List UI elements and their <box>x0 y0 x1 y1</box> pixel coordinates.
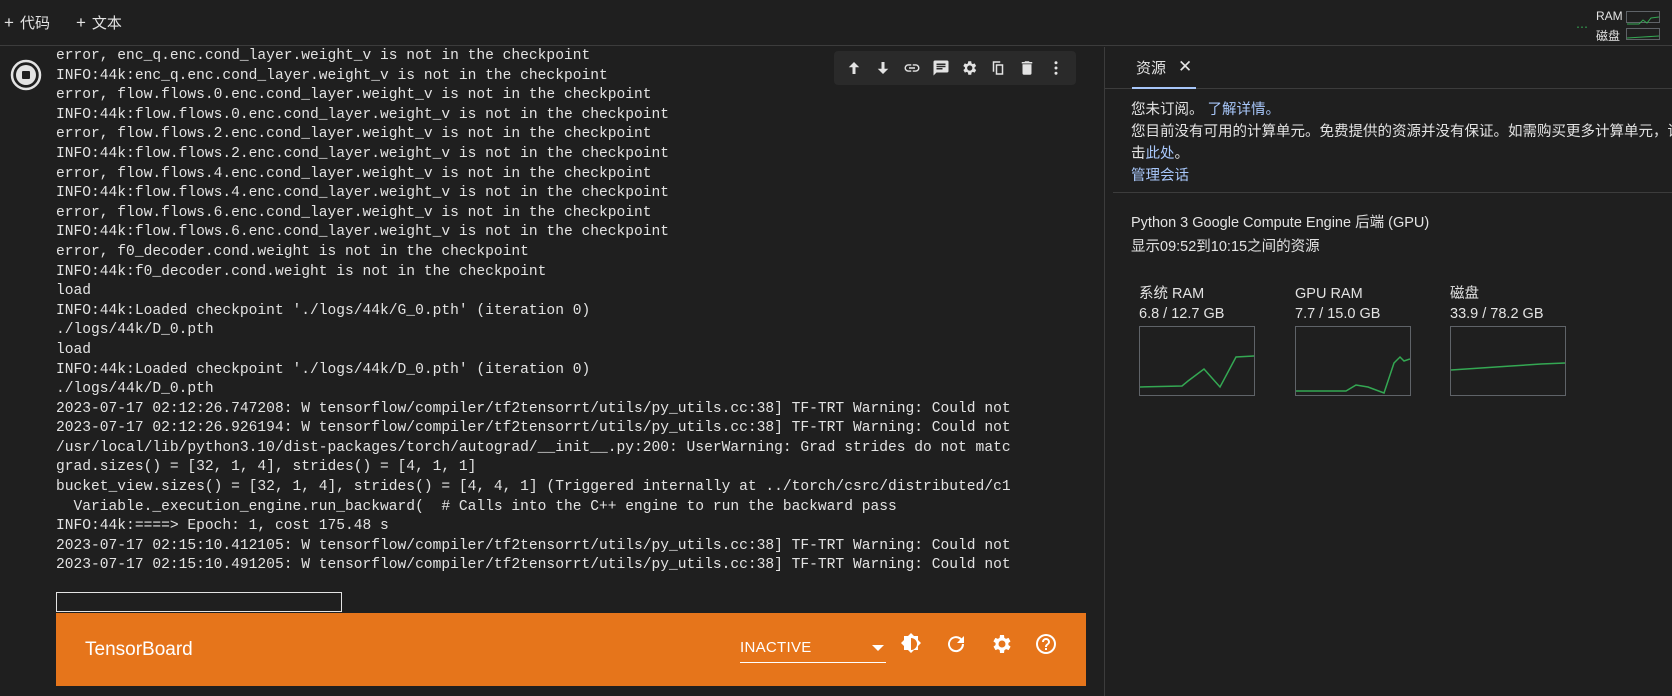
log-line: error, flow.flows.2.enc.cond_layer.weigh… <box>56 126 652 143</box>
metric-name: 系统 RAM <box>1139 286 1205 302</box>
system-ram-graph <box>1139 326 1255 396</box>
metric-name: GPU RAM <box>1295 286 1363 302</box>
metric-value: 7.7 / 15.0 GB <box>1295 306 1381 322</box>
log-line: INFO:44k:flow.flows.2.enc.cond_layer.wei… <box>56 145 670 162</box>
log-line: INFO:44k:flow.flows.0.enc.cond_layer.wei… <box>56 106 670 123</box>
run-stop-icon <box>10 59 42 91</box>
period-text: 。 <box>1174 146 1190 162</box>
log-line: INFO:44k:flow.flows.4.enc.cond_layer.wei… <box>56 185 670 202</box>
gear-icon[interactable] <box>958 57 980 79</box>
log-line: 2023-07-17 02:15:10.412105: W tensorflow… <box>56 537 1011 554</box>
divider <box>1113 192 1672 193</box>
log-line: INFO:44k:flow.flows.6.enc.cond_layer.wei… <box>56 224 670 241</box>
click-prefix-text: 击 <box>1131 146 1146 162</box>
metric-value: 33.9 / 78.2 GB <box>1450 306 1544 322</box>
log-line: INFO:44k:f0_decoder.cond.weight is not i… <box>56 263 547 280</box>
ram-mini-graph <box>1626 11 1660 25</box>
cell-output: error, enc_q.enc.cond_layer.weight_v is … <box>56 47 1086 607</box>
link-icon[interactable] <box>901 57 923 79</box>
log-line: error, flow.flows.0.enc.cond_layer.weigh… <box>56 87 652 104</box>
status-select-value: INACTIVE <box>740 639 812 656</box>
cell-run-button[interactable] <box>8 57 44 93</box>
help-icon[interactable] <box>1033 631 1059 657</box>
tab-resources[interactable]: 资源 ✕ <box>1132 47 1197 89</box>
mirror-cell-icon[interactable] <box>987 57 1009 79</box>
purchase-here-link[interactable]: 此处 <box>1146 146 1175 162</box>
backend-name: Python 3 Google Compute Engine 后端 (GPU) <box>1131 215 1430 231</box>
log-line: error, flow.flows.4.enc.cond_layer.weigh… <box>56 165 652 182</box>
metric-disk: 磁盘 33.9 / 78.2 GB <box>1450 284 1580 396</box>
arrow-down-icon[interactable] <box>872 57 894 79</box>
log-line: Variable._execution_engine.run_backward(… <box>56 498 897 515</box>
log-line: grad.sizes() = [32, 1, 4], strides() = [… <box>56 459 477 476</box>
plus-icon: + <box>75 12 86 32</box>
manage-sessions-link[interactable]: 管理会话 <box>1131 168 1189 184</box>
metric-system-ram: 系统 RAM 6.8 / 12.7 GB <box>1139 284 1269 396</box>
delete-icon[interactable] <box>1016 57 1038 79</box>
tensorboard-header: TensorBoard INACTIVE <box>56 613 1086 686</box>
learn-more-link[interactable]: 了解详情。 <box>1208 102 1281 118</box>
log-line: 2023-07-17 02:12:26.926194: W tensorflow… <box>56 420 1011 437</box>
close-icon[interactable]: ✕ <box>1178 57 1192 77</box>
log-line: 2023-07-17 02:12:26.747208: W tensorflow… <box>56 400 1011 417</box>
connected-status-icon: ⋯ <box>1576 20 1589 34</box>
log-line: load <box>56 283 92 300</box>
metric-name: 磁盘 <box>1450 286 1479 302</box>
caret-down-icon <box>872 644 884 651</box>
cell-toolbar <box>834 51 1076 85</box>
refresh-icon[interactable] <box>943 631 969 657</box>
log-line: load <box>56 341 92 358</box>
notebook-panel: error, enc_q.enc.cond_layer.weight_v is … <box>0 47 1104 696</box>
plus-icon: + <box>4 12 14 32</box>
disk-graph <box>1450 326 1566 396</box>
add-code-label: 代码 <box>19 15 50 32</box>
log-line: error, f0_decoder.cond.weight is not in … <box>56 243 529 260</box>
metric-gpu-ram: GPU RAM 7.7 / 15.0 GB <box>1295 284 1425 396</box>
log-line: INFO:44k:====> Epoch: 1, cost 175.48 s <box>56 518 389 535</box>
log-line: INFO:44k:Loaded checkpoint './logs/44k/D… <box>56 361 591 378</box>
log-line: bucket_view.sizes() = [32, 1, 4], stride… <box>56 479 1011 496</box>
time-range-text: 显示09:52到10:15之间的资源 <box>1131 239 1320 255</box>
log-line: 2023-07-17 02:15:10.491205: W tensorflow… <box>56 557 1011 574</box>
log-line: ./logs/44k/D_0.pth <box>56 381 214 398</box>
log-line: error, flow.flows.6.enc.cond_layer.weigh… <box>56 204 652 221</box>
tensorboard-status-select[interactable]: INACTIVE <box>740 633 886 663</box>
not-subscribed-text: 您未订阅。 <box>1131 102 1204 118</box>
resources-panel: 资源 ✕ 您未订阅。 了解详情。 您目前没有可用的计算单元。免费提供的资源并没有… <box>1105 47 1672 696</box>
log-line: INFO:44k:Loaded checkpoint './logs/44k/G… <box>56 302 591 319</box>
tensorboard-title: TensorBoard <box>85 638 193 660</box>
resources-tabbar: 资源 ✕ <box>1105 47 1672 89</box>
more-vert-icon[interactable] <box>1045 57 1067 79</box>
log-line: ./logs/44k/D_0.pth <box>56 322 214 339</box>
metric-value: 6.8 / 12.7 GB <box>1139 306 1225 322</box>
add-text-button[interactable]: + 文本 <box>72 8 126 38</box>
log-line: /usr/local/lib/python3.10/dist-packages/… <box>56 439 1011 456</box>
tab-resources-label: 资源 <box>1136 59 1167 77</box>
settings-icon[interactable] <box>988 631 1014 657</box>
output-frame-box <box>56 592 342 612</box>
gpu-ram-graph <box>1295 326 1411 396</box>
comment-icon[interactable] <box>930 57 952 79</box>
disk-label: 磁盘 <box>1596 29 1621 43</box>
add-text-label: 文本 <box>91 15 122 32</box>
theme-toggle-icon[interactable] <box>898 631 924 657</box>
ram-disk-indicator[interactable]: ⋯ RAM 磁盘 <box>1576 6 1668 43</box>
arrow-up-icon[interactable] <box>843 57 865 79</box>
subscription-info: 您未订阅。 了解详情。 您目前没有可用的计算单元。免费提供的资源并没有保证。如需… <box>1131 99 1672 187</box>
ram-label: RAM <box>1596 9 1623 23</box>
disk-mini-graph <box>1626 28 1660 40</box>
backend-info: Python 3 Google Compute Engine 后端 (GPU) … <box>1131 211 1429 259</box>
compute-units-text: 您目前没有可用的计算单元。免费提供的资源并没有保证。如需购买更多计算单元，请点 <box>1131 124 1672 140</box>
add-code-button[interactable]: + 代码 <box>0 8 54 38</box>
top-toolbar: + 代码 + 文本 ⋯ RAM 磁盘 <box>0 0 1672 46</box>
